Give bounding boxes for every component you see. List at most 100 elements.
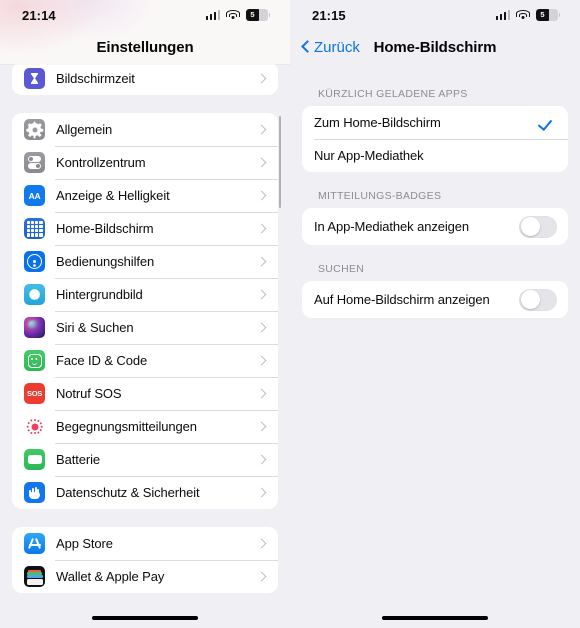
sidebar-item-label: Kontrollzentrum [56,155,258,170]
right-scroll-content[interactable]: KÜRZLICH GELADENE APPS Zum Home-Bildschi… [290,64,580,628]
setting-label: In App-Mediathek anzeigen [314,219,519,234]
sidebar-item-label: Begegnungsmitteilungen [56,419,258,434]
chevron-right-icon [257,191,267,201]
cellular-signal-icon [206,10,221,20]
face-id-icon [24,350,45,371]
sidebar-item-begegnungsmitteilungen[interactable]: Begegnungsmitteilungen [12,410,278,443]
settings-group-recent-apps: Zum Home-Bildschirm Nur App-Mediathek [302,106,568,172]
sidebar-item-label: Home-Bildschirm [56,221,258,236]
toggle-show-on-home-screen[interactable] [519,289,557,311]
status-indicators: 5 [206,9,271,21]
wallet-icon [24,566,45,587]
sidebar-item-wallet-apple-pay[interactable]: Wallet & Apple Pay [12,560,278,593]
toggle-in-app-library[interactable] [519,216,557,238]
sidebar-item-label: Bildschirmzeit [56,71,258,86]
option-nur-app-mediathek[interactable]: Nur App-Mediathek [302,139,568,172]
row-in-app-mediathek-anzeigen[interactable]: In App-Mediathek anzeigen [302,208,568,245]
exposure-notifications-icon [24,416,45,437]
home-indicator [92,616,198,620]
control-center-icon [24,152,45,173]
sidebar-item-allgemein[interactable]: Allgemein [12,113,278,146]
cellular-signal-icon [496,10,511,20]
sidebar-item-label: Allgemein [56,122,258,137]
left-title-row: Einstellungen [0,30,290,64]
dual-phone-screenshot: 21:14 5 Einstellungen [0,0,580,628]
battery-icon: 5 [246,9,270,21]
sidebar-item-anzeige-helligkeit[interactable]: AA Anzeige & Helligkeit [12,179,278,212]
battery-percent-label: 5 [250,11,254,19]
sidebar-item-label: Face ID & Code [56,353,258,368]
battery-icon: 5 [536,9,560,21]
accessibility-icon [24,251,45,272]
sidebar-item-label: Bedienungshilfen [56,254,258,269]
sidebar-item-label: Siri & Suchen [56,320,258,335]
section-header-search: SUCHEN [290,263,580,281]
left-navigation-bar: 21:14 5 Einstellungen [0,0,290,64]
wifi-icon [226,10,240,20]
settings-group-screentime: Bildschirmzeit [12,62,278,95]
right-phone-panel: 21:15 5 Z [290,0,580,628]
right-navigation-bar: 21:15 5 Z [290,0,580,64]
option-label: Nur App-Mediathek [314,148,557,163]
sidebar-item-bedienungshilfen[interactable]: Bedienungshilfen [12,245,278,278]
battery-percent-label: 5 [540,11,544,19]
sidebar-item-face-id-code[interactable]: Face ID & Code [12,344,278,377]
scrollbar-thumb[interactable] [279,116,282,208]
sidebar-item-label: Wallet & Apple Pay [56,569,258,584]
chevron-right-icon [257,572,267,582]
checkmark-icon [541,118,554,127]
battery-settings-icon [24,449,45,470]
screentime-icon [24,68,45,89]
sidebar-item-notruf-sos[interactable]: SOS Notruf SOS [12,377,278,410]
sidebar-item-label: Batterie [56,452,258,467]
chevron-right-icon [257,290,267,300]
sidebar-item-siri-suchen[interactable]: Siri & Suchen [12,311,278,344]
home-screen-icon [24,218,45,239]
right-status-bar: 21:15 5 [290,0,580,30]
row-auf-home-bildschirm-anzeigen[interactable]: Auf Home-Bildschirm anzeigen [302,281,568,318]
chevron-right-icon [257,356,267,366]
settings-group-main: Allgemein Kontrollzentrum AA Anzeige & H… [12,113,278,509]
left-scroll-content[interactable]: Bildschirmzeit Allgemein [0,62,290,626]
chevron-right-icon [257,74,267,84]
sidebar-item-bildschirmzeit[interactable]: Bildschirmzeit [12,62,278,95]
chevron-right-icon [257,224,267,234]
chevron-right-icon [257,488,267,498]
settings-group-store: App Store Wallet & Apple Pay [12,527,278,593]
chevron-right-icon [257,455,267,465]
sidebar-item-label: Datenschutz & Sicherheit [56,485,258,500]
left-phone-panel: 21:14 5 Einstellungen [0,0,290,628]
setting-label: Auf Home-Bildschirm anzeigen [314,292,519,307]
back-button-label: Zurück [314,39,360,56]
app-store-icon [24,533,45,554]
sidebar-item-home-bildschirm[interactable]: Home-Bildschirm [12,212,278,245]
display-brightness-icon: AA [24,185,45,206]
chevron-right-icon [257,422,267,432]
sidebar-item-kontrollzentrum[interactable]: Kontrollzentrum [12,146,278,179]
sidebar-item-app-store[interactable]: App Store [12,527,278,560]
sos-icon: SOS [24,383,45,404]
right-title-row: Zurück Home-Bildschirm [290,30,580,64]
back-button[interactable]: Zurück [301,39,360,56]
settings-group-search: Auf Home-Bildschirm anzeigen [302,281,568,318]
sidebar-item-datenschutz-sicherheit[interactable]: Datenschutz & Sicherheit [12,476,278,509]
chevron-right-icon [257,257,267,267]
home-indicator [382,616,488,620]
chevron-right-icon [257,323,267,333]
page-title: Einstellungen [0,39,290,56]
gear-icon [24,119,45,140]
sidebar-item-label: App Store [56,536,258,551]
chevron-right-icon [257,539,267,549]
sidebar-item-label: Anzeige & Helligkeit [56,188,258,203]
option-zum-home-bildschirm[interactable]: Zum Home-Bildschirm [302,106,568,139]
sidebar-item-hintergrundbild[interactable]: Hintergrundbild [12,278,278,311]
option-label: Zum Home-Bildschirm [314,115,541,130]
sidebar-item-batterie[interactable]: Batterie [12,443,278,476]
privacy-hand-icon [24,482,45,503]
page-title: Home-Bildschirm [342,39,528,56]
section-header-recent-apps: KÜRZLICH GELADENE APPS [290,88,580,106]
status-indicators: 5 [496,9,561,21]
wallpaper-icon [24,284,45,305]
status-clock: 21:15 [312,8,346,23]
chevron-right-icon [257,389,267,399]
